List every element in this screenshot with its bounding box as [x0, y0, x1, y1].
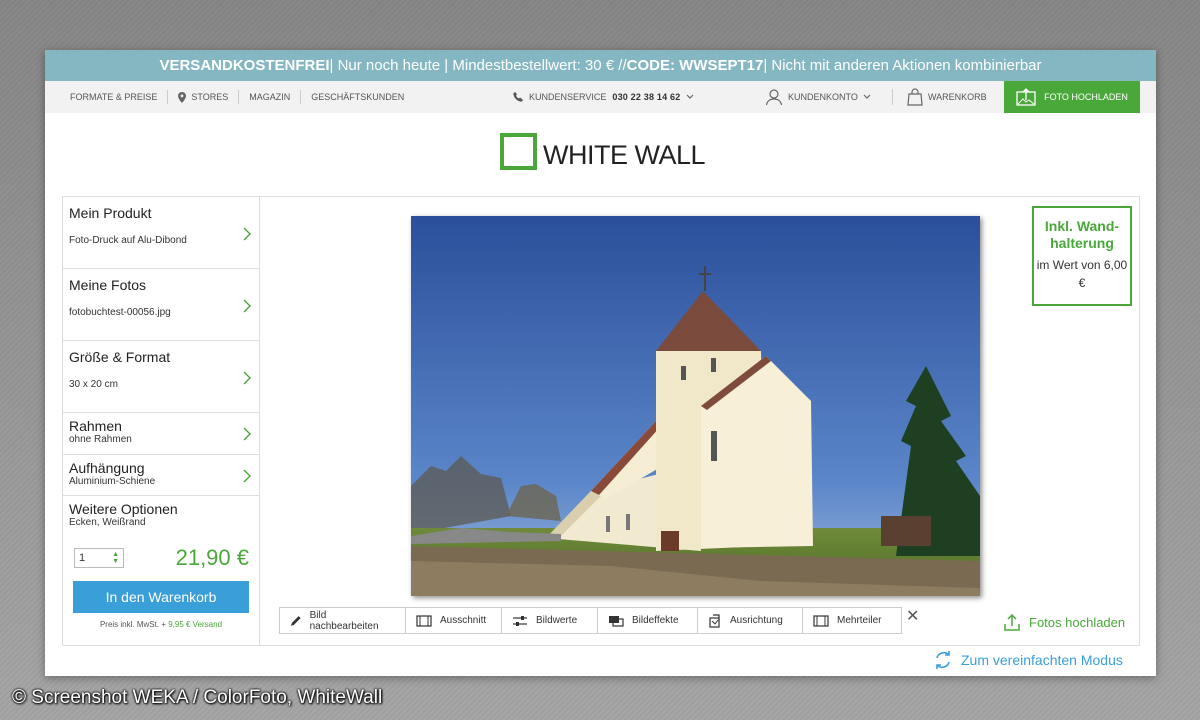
top-nav: FORMATE & PREISE STORES MAGAZIN GESCHÄFT… — [45, 81, 1156, 113]
nav-geschaeftskunden[interactable]: GESCHÄFTSKUNDEN — [311, 92, 404, 102]
sidebar-item-produkt[interactable]: Mein Produkt Foto-Druck auf Alu-Dibond — [63, 197, 259, 269]
effects-icon — [609, 615, 624, 627]
upload-photos-link[interactable]: Fotos hochladen — [1003, 613, 1125, 631]
image-credit: © Screenshot WEKA / ColorFoto, WhiteWall — [12, 687, 383, 708]
sidebar-item-groesse[interactable]: Größe & Format 30 x 20 cm — [63, 341, 259, 413]
browser-window: VERSANDKOSTENFREI | Nur noch heute | Min… — [45, 50, 1156, 676]
tool-label: Bild nachbearbeiten — [309, 609, 379, 632]
tool-label: Ausschnitt — [440, 615, 487, 626]
close-icon[interactable]: ✕ — [906, 606, 919, 626]
sidebar-item-value: 30 x 20 cm — [69, 379, 118, 390]
sliders-icon — [513, 615, 527, 626]
whitewall-logo[interactable]: WHITE WALL — [500, 132, 706, 171]
chevron-right-icon — [243, 227, 251, 241]
promo-code: CODE: WWSEPT17 — [626, 57, 764, 74]
vat-text: Preis inkl. MwSt. + — [99, 620, 169, 629]
user-icon — [765, 89, 783, 106]
simple-mode-link[interactable]: Zum vereinfachten Modus — [933, 650, 1123, 670]
photo-preview[interactable] — [411, 216, 980, 596]
chevron-down-icon — [686, 94, 694, 99]
tool-label: Mehrteiler — [837, 615, 882, 626]
sidebar-item-title: Weitere Optionen — [69, 501, 178, 517]
promo-note: | Nicht mit anderen Aktionen kombinierba… — [763, 57, 1042, 74]
warenkorb-label: WARENKORB — [928, 92, 987, 102]
upload-photo-button[interactable]: FOTO HOCHLADEN — [1004, 81, 1140, 113]
sidebar-item-value: ohne Rahmen — [69, 434, 132, 445]
phone-number: 030 22 38 14 62 — [612, 92, 681, 102]
sidebar-item-title: Aufhängung — [69, 460, 145, 476]
crop-icon — [416, 614, 432, 627]
wall-mount-promo: Inkl. Wand-halterung im Wert von 6,00 € — [1032, 206, 1132, 306]
cart-link[interactable]: WARENKORB — [907, 88, 987, 106]
customer-service[interactable]: KUNDENSERVICE 030 22 38 14 62 — [513, 92, 694, 102]
sidebar-item-value: Ecken, Weißrand — [69, 517, 146, 528]
sidebar-item-value: Foto-Druck auf Alu-Dibond — [69, 235, 187, 246]
orientation-icon — [709, 613, 720, 628]
nav-stores-label: STORES — [191, 92, 229, 102]
sidebar-item-optionen[interactable]: Weitere Optionen Ecken, Weißrand — [63, 496, 259, 537]
upload-image-icon — [1016, 88, 1036, 106]
price-box: 1 ▲ ▼ 21,90 € In den Warenkorb Preis inkl… — [63, 537, 259, 637]
upload-photos-label: Fotos hochladen — [1029, 614, 1126, 630]
promo-highlight: VERSANDKOSTENFREI — [159, 57, 330, 74]
tool-bildwerte[interactable]: Bildwerte — [502, 608, 598, 633]
promo-text: | Nur noch heute | Mindestbestellwert: 3… — [329, 57, 627, 74]
chevron-right-icon — [243, 299, 251, 313]
swap-arrows-icon — [936, 651, 950, 669]
quantity-stepper[interactable]: 1 ▲ ▼ — [74, 548, 124, 568]
nav-formate-preise[interactable]: FORMATE & PREISE — [70, 92, 157, 102]
kundenkonto-label: KUNDENKONTO — [788, 92, 858, 102]
promo-box-title: Inkl. Wand-halterung — [1044, 218, 1120, 251]
quantity-value: 1 — [79, 552, 86, 564]
church-photo — [411, 216, 980, 596]
stepper-arrows-icon[interactable]: ▲ ▼ — [112, 551, 119, 565]
tool-label: Bildwerte — [536, 615, 578, 626]
logo-square-icon — [500, 133, 537, 170]
chevron-right-icon — [243, 427, 251, 441]
chevron-down-icon — [863, 94, 871, 99]
sidebar-item-title: Mein Produkt — [69, 205, 152, 221]
sidebar-item-rahmen[interactable]: Rahmen ohne Rahmen — [63, 413, 259, 455]
tool-bildeffekte[interactable]: Bildeffekte — [598, 608, 698, 633]
promo-banner: VERSANDKOSTENFREI | Nur noch heute | Min… — [45, 50, 1156, 81]
sidebar-item-value: Aluminium-Schiene — [69, 476, 156, 487]
chevron-right-icon — [243, 371, 251, 385]
promo-box-sub: im Wert von 6,00 € — [1036, 258, 1128, 290]
chevron-right-icon — [243, 469, 251, 483]
vat-note: Preis inkl. MwSt. + 9,95 € Versand — [73, 620, 249, 629]
upload-photo-label: FOTO HOCHLADEN — [1044, 92, 1128, 102]
sidebar-item-aufhaengung[interactable]: Aufhängung Aluminium-Schiene — [63, 455, 259, 496]
nav-magazin[interactable]: MAGAZIN — [249, 92, 290, 102]
account-menu[interactable]: KUNDENKONTO — [765, 88, 871, 106]
kundenservice-label: KUNDENSERVICE — [529, 92, 607, 102]
tool-mehrteiler[interactable]: Mehrteiler — [803, 608, 901, 633]
add-to-cart-button[interactable]: In den Warenkorb — [73, 581, 249, 613]
edit-toolbar: Bild nachbearbeiten Ausschnitt Bildwerte… — [279, 607, 902, 634]
phone-icon — [513, 92, 523, 102]
upload-icon — [1004, 613, 1020, 631]
nav-stores[interactable]: STORES — [178, 91, 229, 103]
sidebar-item-title: Meine Fotos — [69, 277, 147, 293]
price: 21,90 € — [175, 545, 249, 570]
pencil-icon — [290, 615, 301, 626]
simple-mode-label: Zum vereinfachten Modus — [961, 652, 1123, 668]
tool-label: Bildeffekte — [632, 615, 679, 626]
sidebar-item-title: Rahmen — [69, 418, 122, 434]
tool-bild-nachbearbeiten[interactable]: Bild nachbearbeiten — [280, 608, 406, 633]
shopping-bag-icon — [907, 88, 923, 106]
logo-text: WHITE WALL — [543, 140, 706, 170]
multipart-icon — [813, 614, 829, 627]
configurator: Mein Produkt Foto-Druck auf Alu-Dibond M… — [62, 196, 1140, 646]
sidebar-item-title: Größe & Format — [69, 349, 171, 365]
tool-ausschnitt[interactable]: Ausschnitt — [406, 608, 502, 633]
tool-ausrichtung[interactable]: Ausrichtung — [698, 608, 803, 633]
product-sidebar: Mein Produkt Foto-Druck auf Alu-Dibond M… — [63, 197, 260, 645]
tool-label: Ausrichtung — [730, 615, 783, 626]
sidebar-item-value: fotobuchtest-00056.jpg — [69, 307, 171, 318]
sidebar-item-fotos[interactable]: Meine Fotos fotobuchtest-00056.jpg — [63, 269, 259, 341]
location-pin-icon — [178, 91, 187, 103]
shipping-link[interactable]: 9,95 € Versand — [168, 620, 222, 629]
